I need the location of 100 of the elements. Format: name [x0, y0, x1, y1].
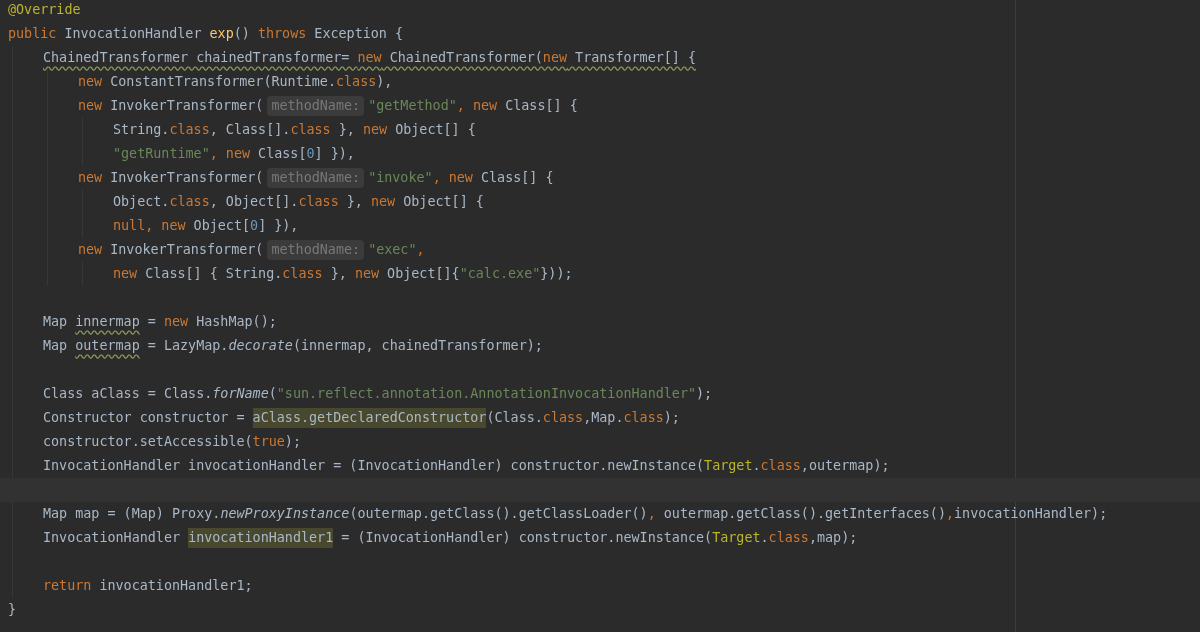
code-text: ,	[647, 504, 656, 523]
code-text: Class[] {	[480, 168, 554, 187]
code-text: invocationHandler1;	[98, 576, 253, 595]
code-text: invocationHandler);	[954, 504, 1108, 523]
code-text: =	[146, 312, 157, 331]
code-text: class	[542, 408, 584, 427]
code-text: InvokerTransformer(	[109, 96, 264, 115]
code-text: }	[8, 600, 17, 619]
highlighted-code: invocationHandler1	[188, 527, 334, 549]
code-text: forName	[212, 384, 269, 403]
code-text: ,outermap);	[800, 456, 890, 475]
code-text: Map	[43, 336, 69, 355]
code-text: null, new	[113, 216, 186, 235]
code-text: (	[268, 384, 277, 403]
code-text: ConstantTransformer(Runtime.	[109, 72, 336, 91]
code-text: public	[8, 24, 57, 43]
code-text: ),	[376, 72, 393, 91]
code-text: ChainedTransformer chainedTransformer=	[43, 48, 351, 67]
code-text: Object[]{	[386, 264, 460, 283]
code-text: new	[357, 48, 382, 67]
code-text: Object[] {	[402, 192, 484, 211]
code-text: "sun.reflect.annotation.AnnotationInvocationHandler"	[276, 384, 697, 403]
code-text: Map map = (Map) Proxy.	[43, 504, 221, 523]
code-text: ] }),	[314, 144, 355, 163]
code-text: class	[169, 120, 210, 139]
code-text: InvokerTransformer(	[109, 240, 264, 259]
code-text: 0	[306, 144, 315, 163]
code-text: new	[78, 96, 103, 115]
code-text: String.	[113, 120, 170, 139]
code-text: exp	[209, 24, 234, 43]
parameter-hint: methodName:	[267, 95, 365, 117]
code-text: ChainedTransformer(	[388, 48, 543, 67]
code-text: new	[542, 48, 568, 67]
code-text: InvokerTransformer(	[109, 168, 264, 187]
code-text: InvocationHandler	[63, 24, 203, 43]
code-text: ,	[945, 504, 955, 523]
code-text: Object[	[192, 216, 251, 235]
code-text: new	[362, 120, 388, 139]
code-text: class	[336, 72, 377, 91]
code-text: return	[43, 576, 92, 595]
code-text: Exception {	[313, 24, 404, 43]
code-text: Class[] { String.	[144, 264, 283, 283]
code-editor[interactable]	[0, 0, 1200, 632]
code-text: Class[	[257, 144, 307, 163]
code-text: Class[] {	[504, 96, 578, 115]
code-text: new	[113, 264, 138, 283]
code-text: , Object[].	[209, 192, 299, 211]
code-text: = LazyMap.	[146, 336, 229, 355]
parameter-hint: methodName:	[267, 167, 365, 189]
code-text: (innermap, chainedTransformer);	[292, 336, 543, 355]
code-text: Map	[43, 312, 69, 331]
code-text: }));	[540, 264, 573, 283]
code-text: class	[298, 192, 339, 211]
code-text: Object[] {	[394, 120, 476, 139]
code-text: = (InvocationHandler) constructor.newInstance(	[340, 528, 713, 547]
code-text: Target	[712, 528, 761, 547]
code-text: },	[329, 264, 348, 283]
code-text: );	[284, 432, 301, 451]
code-text: HashMap();	[195, 312, 277, 331]
code-text: new	[354, 264, 380, 283]
code-text: class	[282, 264, 323, 283]
code-text: },	[337, 120, 356, 139]
code-text: new	[78, 72, 103, 91]
code-text: .	[760, 528, 769, 547]
code-text: outermap.getClass().getInterfaces()	[662, 504, 946, 523]
code-text: new	[371, 192, 396, 211]
code-text: ] }),	[258, 216, 299, 235]
code-text: "getRuntime"	[113, 144, 210, 163]
code-text: Transformer[] {	[574, 48, 697, 67]
code-text: innermap	[75, 312, 140, 331]
code-text: "getMethod"	[368, 96, 457, 115]
highlighted-code: aClass.getDeclaredConstructor	[252, 407, 487, 429]
code-text: throws	[257, 24, 307, 43]
code-text: "exec"	[368, 240, 417, 259]
code-text: );	[696, 384, 713, 403]
code-text: InvocationHandler	[43, 528, 182, 547]
code-text: class	[768, 528, 809, 547]
code-text: , new	[209, 144, 251, 163]
code-text: Object.	[113, 192, 170, 211]
code-text: new	[78, 240, 103, 259]
code-text: ,map);	[808, 528, 858, 547]
code-text: outermap	[75, 336, 140, 355]
code-text: ()	[233, 24, 251, 43]
code-text: , new	[432, 168, 473, 187]
code-text: },	[345, 192, 364, 211]
code-text: "invoke"	[368, 168, 433, 187]
code-text: class	[760, 456, 801, 475]
code-text: ,	[416, 240, 425, 259]
code-text: new	[163, 312, 189, 331]
code-text: .	[752, 456, 761, 475]
code-text: newProxyInstance	[220, 504, 350, 523]
code-text: Target	[704, 456, 753, 475]
code-text: class	[290, 120, 331, 139]
code-text: class	[623, 408, 664, 427]
code-text: Constructor constructor =	[43, 408, 246, 427]
code-text: , Class[].	[209, 120, 291, 139]
code-text: (outermap.getClass().getClassLoader()	[349, 504, 648, 523]
code-text: (Class.	[486, 408, 543, 427]
parameter-hint: methodName:	[267, 239, 365, 261]
code-text: , new	[456, 96, 498, 115]
